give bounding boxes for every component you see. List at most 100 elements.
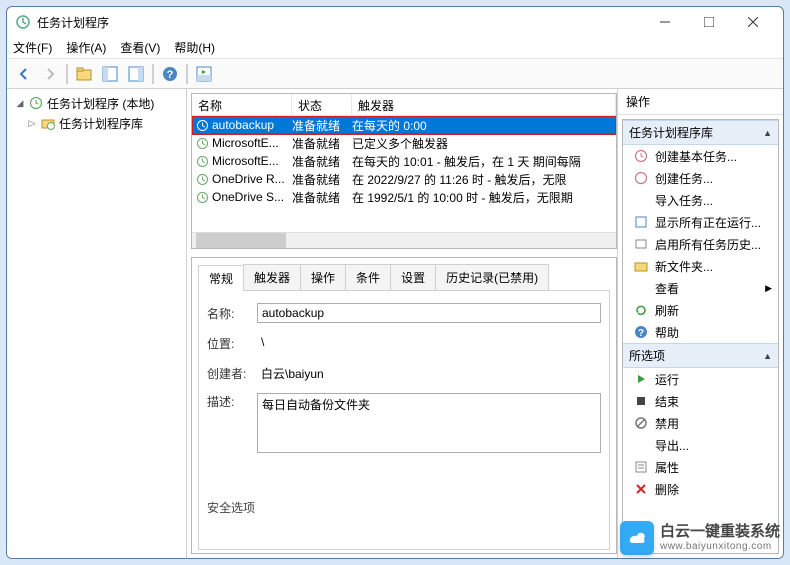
tree-expander[interactable]: ▷ (27, 118, 37, 128)
toolbar-help-icon[interactable]: ? (158, 62, 182, 86)
help-icon: ? (633, 324, 649, 340)
task-list: 名称 状态 触发器 autobackup 准备就绪 在每天的 0:00 Micr… (191, 93, 617, 249)
watermark-logo (620, 521, 654, 555)
tabs: 常规 触发器 操作 条件 设置 历史记录(已禁用) (198, 264, 610, 291)
back-button[interactable] (12, 62, 36, 86)
location-label: 位置: (207, 335, 257, 352)
name-label: 名称: (207, 305, 257, 322)
disable-icon (633, 415, 649, 431)
menubar: 文件(F) 操作(A) 查看(V) 帮助(H) (7, 37, 783, 59)
body-area: ◢ 任务计划程序 (本地) ▷ 任务计划程序库 名称 状态 (7, 89, 783, 558)
name-value: autobackup (257, 303, 601, 323)
actions-title: 操作 (618, 89, 783, 115)
toolbar-panel1-icon[interactable] (98, 62, 122, 86)
history-icon (633, 236, 649, 252)
tree-root-label: 任务计划程序 (本地) (47, 95, 154, 112)
collapse-icon: ▲ (763, 351, 772, 361)
header-status[interactable]: 状态 (292, 94, 352, 115)
actions-group-library[interactable]: 任务计划程序库▲ (623, 120, 778, 145)
action-props[interactable]: 属性 (623, 456, 778, 478)
stop-icon (633, 393, 649, 409)
action-create[interactable]: 创建任务... (623, 167, 778, 189)
action-run[interactable]: 运行 (623, 368, 778, 390)
watermark: 白云一键重装系统 www.baiyunxitong.com (620, 521, 780, 555)
cell-trigger: 在每天的 0:00 (352, 117, 616, 134)
maximize-button[interactable] (687, 8, 731, 36)
tab-history[interactable]: 历史记录(已禁用) (435, 264, 549, 290)
actions-pane: 操作 任务计划程序库▲ 创建基本任务... 创建任务... 导入任务... 显示… (617, 89, 783, 558)
tab-conditions[interactable]: 条件 (345, 264, 391, 290)
create-basic-icon (633, 148, 649, 164)
cell-trigger: 已定义多个触发器 (352, 135, 616, 152)
tree-root[interactable]: ◢ 任务计划程序 (本地) (13, 93, 180, 113)
tab-general[interactable]: 常规 (198, 265, 244, 291)
action-import[interactable]: 导入任务... (623, 189, 778, 211)
export-icon (633, 437, 649, 453)
location-value: \ (257, 333, 601, 353)
actions-group-selected[interactable]: 所选项▲ (623, 343, 778, 368)
horizontal-scrollbar[interactable] (192, 232, 616, 248)
action-help[interactable]: ?帮助 (623, 321, 778, 343)
action-export[interactable]: 导出... (623, 434, 778, 456)
toolbar-panel2-icon[interactable] (124, 62, 148, 86)
desc-value: 每日自动备份文件夹 (257, 393, 601, 453)
svg-text:?: ? (167, 69, 174, 81)
actions-body: 任务计划程序库▲ 创建基本任务... 创建任务... 导入任务... 显示所有正… (622, 119, 779, 554)
action-running[interactable]: 显示所有正在运行... (623, 211, 778, 233)
clock-icon (195, 154, 209, 168)
table-row[interactable]: MicrosoftE... 准备就绪 在每天的 10:01 - 触发后，在 1 … (192, 152, 616, 170)
list-header: 名称 状态 触发器 (192, 94, 616, 116)
table-row[interactable]: OneDrive S... 准备就绪 在 1992/5/1 的 10:00 时 … (192, 188, 616, 206)
menu-action[interactable]: 操作(A) (66, 39, 106, 56)
action-disable[interactable]: 禁用 (623, 412, 778, 434)
cell-status: 准备就绪 (292, 189, 352, 206)
cell-status: 准备就绪 (292, 153, 352, 170)
menu-help[interactable]: 帮助(H) (174, 39, 215, 56)
close-button[interactable] (731, 8, 775, 36)
toolbar: ? (7, 59, 783, 89)
toolbar-panel3-icon[interactable] (192, 62, 216, 86)
action-create-basic[interactable]: 创建基本任务... (623, 145, 778, 167)
menu-file[interactable]: 文件(F) (13, 39, 52, 56)
cell-name: OneDrive R... (212, 172, 285, 186)
header-name[interactable]: 名称 (192, 94, 292, 115)
tab-triggers[interactable]: 触发器 (243, 264, 301, 290)
refresh-icon (633, 302, 649, 318)
table-row[interactable]: autobackup 准备就绪 在每天的 0:00 (192, 116, 616, 134)
cell-status: 准备就绪 (292, 117, 352, 134)
center-pane: 名称 状态 触发器 autobackup 准备就绪 在每天的 0:00 Micr… (187, 89, 617, 558)
tree-expander[interactable]: ◢ (15, 98, 25, 108)
header-trigger[interactable]: 触发器 (352, 94, 616, 115)
tree-library[interactable]: ▷ 任务计划程序库 (13, 113, 180, 133)
minimize-button[interactable] (643, 8, 687, 36)
action-end[interactable]: 结束 (623, 390, 778, 412)
table-row[interactable]: MicrosoftE... 准备就绪 已定义多个触发器 (192, 134, 616, 152)
action-new-folder[interactable]: 新文件夹... (623, 255, 778, 277)
action-refresh[interactable]: 刷新 (623, 299, 778, 321)
general-form: 名称: autobackup 位置: \ 创建者: 白云\baiyun 描述 (198, 291, 610, 550)
list-rows: autobackup 准备就绪 在每天的 0:00 MicrosoftE... … (192, 116, 616, 232)
action-view[interactable]: 查看▶ (623, 277, 778, 299)
cell-trigger: 在每天的 10:01 - 触发后，在 1 天 期间每隔 (352, 153, 616, 170)
forward-button[interactable] (38, 62, 62, 86)
clock-icon (195, 118, 209, 132)
menu-view[interactable]: 查看(V) (120, 39, 160, 56)
cell-name: OneDrive S... (212, 190, 284, 204)
create-icon (633, 170, 649, 186)
cell-status: 准备就绪 (292, 135, 352, 152)
clock-icon (195, 172, 209, 186)
watermark-title: 白云一键重装系统 (660, 524, 780, 541)
action-enable-history[interactable]: 启用所有任务历史... (623, 233, 778, 255)
folder-icon (633, 258, 649, 274)
toolbar-folder-icon[interactable] (72, 62, 96, 86)
tab-settings[interactable]: 设置 (390, 264, 436, 290)
tab-actions[interactable]: 操作 (300, 264, 346, 290)
table-row[interactable]: OneDrive R... 准备就绪 在 2022/9/27 的 11:26 时… (192, 170, 616, 188)
detail-pane: 常规 触发器 操作 条件 设置 历史记录(已禁用) 名称: autobackup (191, 257, 617, 554)
desc-label: 描述: (207, 393, 257, 410)
action-delete[interactable]: 删除 (623, 478, 778, 500)
tree-library-label: 任务计划程序库 (59, 115, 143, 132)
collapse-icon: ▲ (763, 128, 772, 138)
app-window: 任务计划程序 文件(F) 操作(A) 查看(V) 帮助(H) (6, 6, 784, 559)
creator-label: 创建者: (207, 365, 257, 382)
